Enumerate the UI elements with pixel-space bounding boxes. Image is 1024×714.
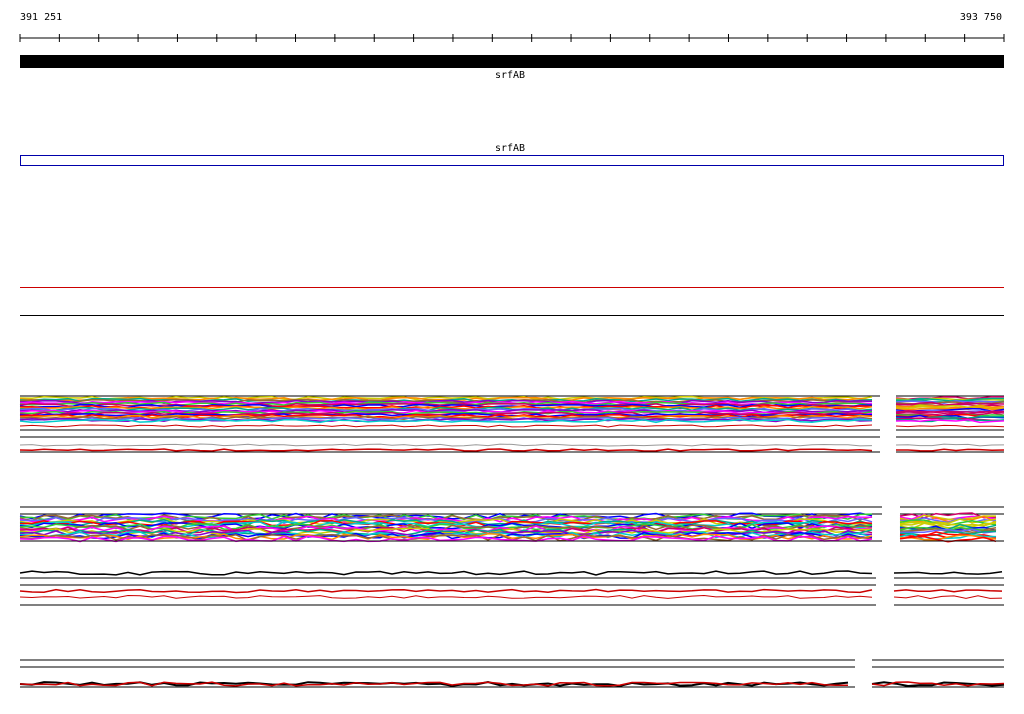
expression-tracks: [19, 395, 1005, 688]
signal-line: [896, 448, 1005, 452]
signal-line: [19, 588, 873, 594]
genome-browser-tracks: [19, 34, 1005, 688]
signal-line: [19, 443, 873, 447]
signal-line: [893, 595, 1003, 600]
signal-line: [19, 594, 873, 599]
signal-line: [19, 424, 873, 428]
signal-line: [19, 448, 873, 452]
gene-bar-srfAB[interactable]: [20, 55, 1004, 68]
signal-line: [895, 424, 1005, 428]
signal-line: [19, 570, 873, 576]
signal-line: [893, 589, 1003, 593]
annotation-box-srfAB[interactable]: [20, 155, 1004, 166]
signal-line: [895, 443, 1005, 447]
coordinate-ruler: [19, 34, 1005, 42]
signal-line: [893, 571, 1003, 575]
